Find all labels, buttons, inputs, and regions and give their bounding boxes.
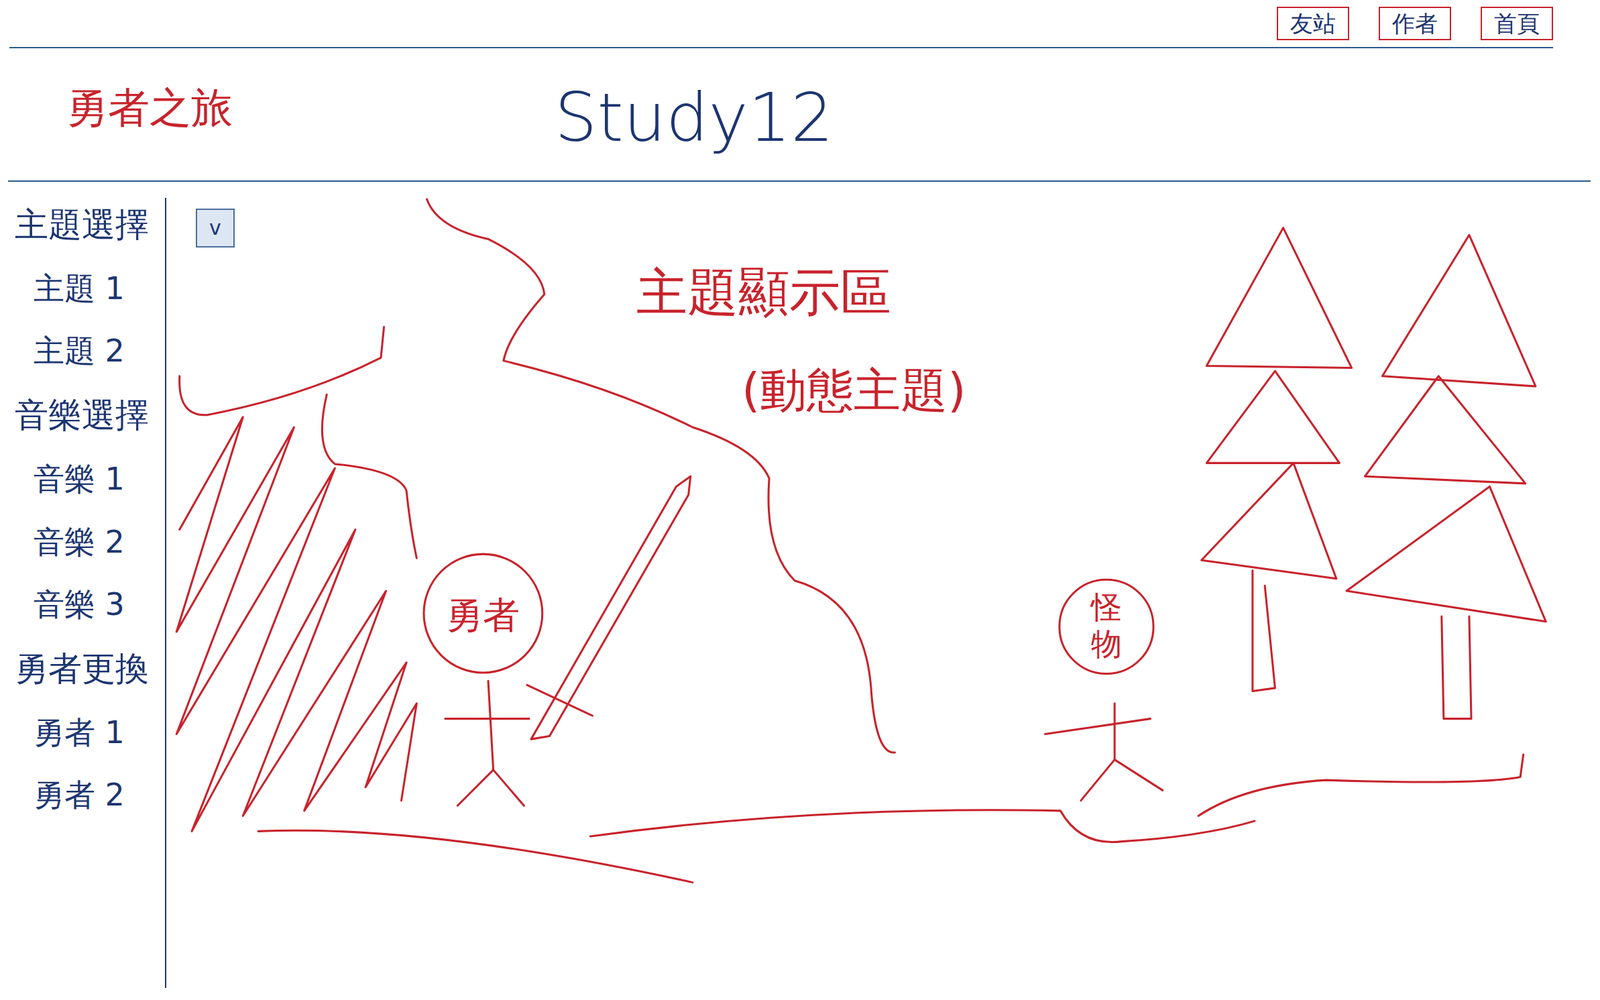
hero-figure: 勇者 — [423, 553, 543, 806]
site-title: 勇者之旅 — [66, 79, 233, 137]
nav-button[interactable]: 首頁 — [1480, 6, 1554, 41]
sidebar-heading: 音樂選擇 — [14, 394, 160, 436]
sidebar-item[interactable]: 主題 2 — [14, 332, 160, 370]
page: 友站作者首頁勇者之旅 Study12 主題選擇主題 1 主題 2 音樂選擇音樂 1 音樂 … — [0, 0, 1600, 1000]
nav-button[interactable]: 友站 — [1276, 6, 1350, 41]
sidebar-item[interactable]: 音樂 2 — [14, 523, 160, 561]
svg-text:物: 物 — [1091, 626, 1122, 662]
ground-drawing — [258, 754, 1524, 883]
sidebar-item[interactable]: 音樂 1 — [14, 460, 160, 498]
svg-text:勇者: 勇者 — [445, 593, 520, 637]
sidebar: 主題選擇主題 1 主題 2 音樂選擇音樂 1 音樂 2 音樂 3 勇者更換勇者 1 勇者 2 — [0, 197, 167, 988]
monster-figure: 怪物 — [1045, 579, 1163, 800]
sidebar-heading: 勇者更換 — [14, 648, 160, 689]
mountain-drawing — [176, 199, 895, 831]
svg-text:怪: 怪 — [1089, 589, 1122, 625]
top-nav: 友站作者首頁 — [9, 0, 1554, 49]
sidebar-heading: 主題選擇 — [14, 204, 160, 245]
header-title: Study12 — [554, 78, 834, 157]
header: 勇者之旅 Study12 — [8, 48, 1591, 182]
nav-button[interactable]: 作者 — [1378, 6, 1452, 41]
theme-display-area: 主題顯示區 (動態主題) 勇者 怪物 v — [166, 181, 1600, 1000]
scene-title: 主題顯示區 — [636, 262, 892, 322]
sidebar-item[interactable]: 勇者 1 — [14, 714, 160, 752]
sword-icon — [527, 476, 691, 739]
sidebar-item[interactable]: 勇者 2 — [14, 776, 160, 814]
body: 主題選擇主題 1 主題 2 音樂選擇音樂 1 音樂 2 音樂 3 勇者更換勇者 1 勇者 2… — [0, 181, 1600, 1000]
tree-drawing — [1201, 227, 1547, 719]
scene-canvas: 主題顯示區 (動態主題) 勇者 怪物 — [166, 181, 1600, 1000]
sidebar-item[interactable]: 主題 1 — [14, 270, 160, 308]
scene-subtitle: (動態主題) — [741, 362, 967, 418]
dropdown-button[interactable]: v — [195, 208, 235, 248]
sidebar-item[interactable]: 音樂 3 — [14, 586, 160, 623]
